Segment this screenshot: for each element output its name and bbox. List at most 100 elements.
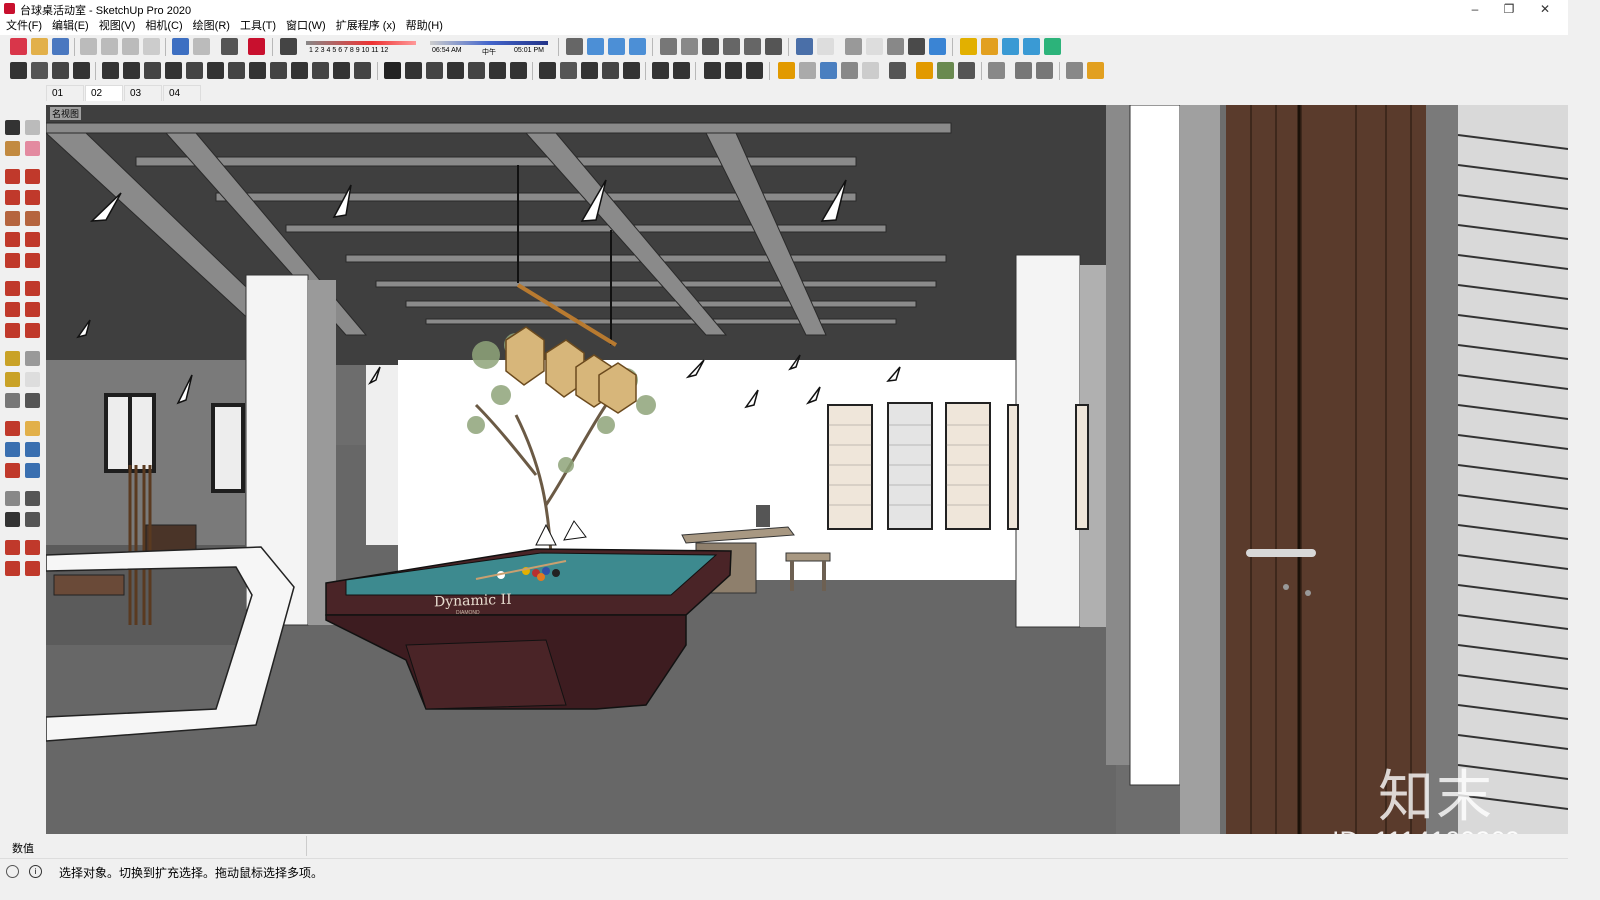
stamp-icon[interactable] bbox=[673, 62, 690, 79]
menu-view[interactable]: 视图(V) bbox=[94, 18, 141, 35]
monochrome-icon[interactable] bbox=[845, 38, 862, 55]
push-pull-icon[interactable] bbox=[25, 281, 40, 296]
chat-icon[interactable] bbox=[1066, 62, 1083, 79]
arc-tool-icon[interactable] bbox=[5, 232, 20, 247]
shadow-time-slider[interactable]: 06:54 AM 中午 05:01 PM bbox=[430, 38, 548, 56]
undo-icon[interactable] bbox=[172, 38, 189, 55]
tool-h-icon[interactable] bbox=[249, 62, 266, 79]
tool-f-icon[interactable] bbox=[207, 62, 224, 79]
shadow-month-slider[interactable]: 1 2 3 4 5 6 7 8 9 10 11 12 bbox=[306, 38, 416, 56]
tool-l-icon[interactable] bbox=[333, 62, 350, 79]
layers-icon[interactable] bbox=[908, 38, 925, 55]
paint-bucket-icon[interactable] bbox=[5, 141, 20, 156]
pan-icon[interactable] bbox=[25, 421, 40, 436]
home-icon[interactable] bbox=[702, 38, 719, 55]
fence-icon[interactable] bbox=[489, 62, 506, 79]
extension-tool-icon[interactable] bbox=[5, 561, 20, 576]
component-icon[interactable] bbox=[25, 120, 40, 135]
stairs-icon[interactable] bbox=[468, 62, 485, 79]
brush-icon[interactable] bbox=[623, 62, 640, 79]
protractor-icon[interactable] bbox=[5, 372, 20, 387]
column-icon[interactable] bbox=[510, 62, 527, 79]
3d-text-icon[interactable] bbox=[25, 393, 40, 408]
photo-icon[interactable] bbox=[862, 62, 879, 79]
move-tool-icon[interactable] bbox=[5, 281, 20, 296]
menu-help[interactable]: 帮助(H) bbox=[401, 18, 448, 35]
figure-icon[interactable] bbox=[602, 62, 619, 79]
info-icon[interactable]: i bbox=[29, 865, 42, 878]
select-arrow-icon[interactable] bbox=[5, 120, 20, 135]
shadows-toggle-icon[interactable] bbox=[280, 38, 297, 55]
new-file-icon[interactable] bbox=[10, 38, 27, 55]
menu-edit[interactable]: 编辑(E) bbox=[47, 18, 94, 35]
select-tool-icon[interactable] bbox=[960, 38, 977, 55]
curve-icon[interactable] bbox=[405, 62, 422, 79]
dimension-icon[interactable] bbox=[25, 351, 40, 366]
car-icon[interactable] bbox=[820, 62, 837, 79]
model-viewport[interactable]: 名视图 Dynamic II DIAMOND bbox=[46, 105, 1568, 834]
menu-file[interactable]: 文件(F) bbox=[0, 18, 47, 35]
warehouse-icon[interactable] bbox=[723, 38, 740, 55]
layout-send-icon[interactable] bbox=[25, 561, 40, 576]
tab-scene-03[interactable]: 03 bbox=[124, 85, 162, 101]
zoom-window-icon[interactable] bbox=[25, 442, 40, 457]
tool-c-icon[interactable] bbox=[144, 62, 161, 79]
top-view-icon[interactable] bbox=[608, 38, 625, 55]
window-icon[interactable] bbox=[746, 62, 763, 79]
tool-a-icon[interactable] bbox=[102, 62, 119, 79]
menu-window[interactable]: 窗口(W) bbox=[281, 18, 331, 35]
arc3-tool-icon[interactable] bbox=[5, 253, 20, 268]
warehouse-tool-icon[interactable] bbox=[5, 540, 20, 555]
iso-view-icon[interactable] bbox=[587, 38, 604, 55]
wave-icon[interactable] bbox=[426, 62, 443, 79]
tool-j-icon[interactable] bbox=[291, 62, 308, 79]
spiral-icon[interactable] bbox=[447, 62, 464, 79]
frame-icon[interactable] bbox=[652, 62, 669, 79]
eraser-icon[interactable] bbox=[25, 141, 40, 156]
freehand-icon[interactable] bbox=[25, 169, 40, 184]
rotated-rect-icon[interactable] bbox=[25, 190, 40, 205]
share-model-icon[interactable] bbox=[25, 540, 40, 555]
copy-icon[interactable] bbox=[101, 38, 118, 55]
camera-icon[interactable] bbox=[841, 62, 858, 79]
pyramid-icon[interactable] bbox=[539, 62, 556, 79]
scale-icon[interactable] bbox=[5, 323, 20, 338]
back-edges-icon[interactable] bbox=[866, 38, 883, 55]
rotate-icon[interactable] bbox=[5, 302, 20, 317]
help-icon[interactable] bbox=[1087, 62, 1104, 79]
table-grid-icon[interactable] bbox=[704, 62, 721, 79]
xray-icon[interactable] bbox=[660, 38, 677, 55]
settings-icon[interactable] bbox=[1036, 62, 1053, 79]
book-icon[interactable] bbox=[581, 62, 598, 79]
grid-icon[interactable] bbox=[31, 62, 48, 79]
text-tool-icon[interactable] bbox=[25, 372, 40, 387]
house-icon[interactable] bbox=[744, 38, 761, 55]
tool-b-icon[interactable] bbox=[123, 62, 140, 79]
zoom-extents-icon[interactable] bbox=[5, 463, 20, 478]
shaded-textures-icon[interactable] bbox=[887, 38, 904, 55]
footprints-icon[interactable] bbox=[5, 512, 20, 527]
open-folder-icon[interactable] bbox=[31, 38, 48, 55]
pencil-icon[interactable] bbox=[5, 169, 20, 184]
save-icon[interactable] bbox=[52, 38, 69, 55]
plant-icon[interactable] bbox=[937, 62, 954, 79]
xray-face-icon[interactable] bbox=[929, 38, 946, 55]
zoom-icon[interactable] bbox=[5, 442, 20, 457]
text-icon[interactable] bbox=[1023, 38, 1040, 55]
bar-icon[interactable] bbox=[73, 62, 90, 79]
hidden-line-icon[interactable] bbox=[796, 38, 813, 55]
tab-scene-04[interactable]: 04 bbox=[163, 85, 201, 101]
draw-icon[interactable] bbox=[10, 62, 27, 79]
tool-m-icon[interactable] bbox=[354, 62, 371, 79]
front-view-icon[interactable] bbox=[629, 38, 646, 55]
measurements-input[interactable] bbox=[56, 836, 307, 856]
wireframe-icon[interactable] bbox=[681, 38, 698, 55]
polygon-icon[interactable] bbox=[25, 211, 40, 226]
circle-icon[interactable] bbox=[5, 211, 20, 226]
move-icon[interactable] bbox=[1002, 38, 1019, 55]
refresh-icon[interactable] bbox=[799, 62, 816, 79]
pie-tool-icon[interactable] bbox=[25, 253, 40, 268]
tab-scene-01[interactable]: 01 bbox=[46, 85, 84, 101]
tool-k-icon[interactable] bbox=[312, 62, 329, 79]
look-around-icon[interactable] bbox=[25, 491, 40, 506]
